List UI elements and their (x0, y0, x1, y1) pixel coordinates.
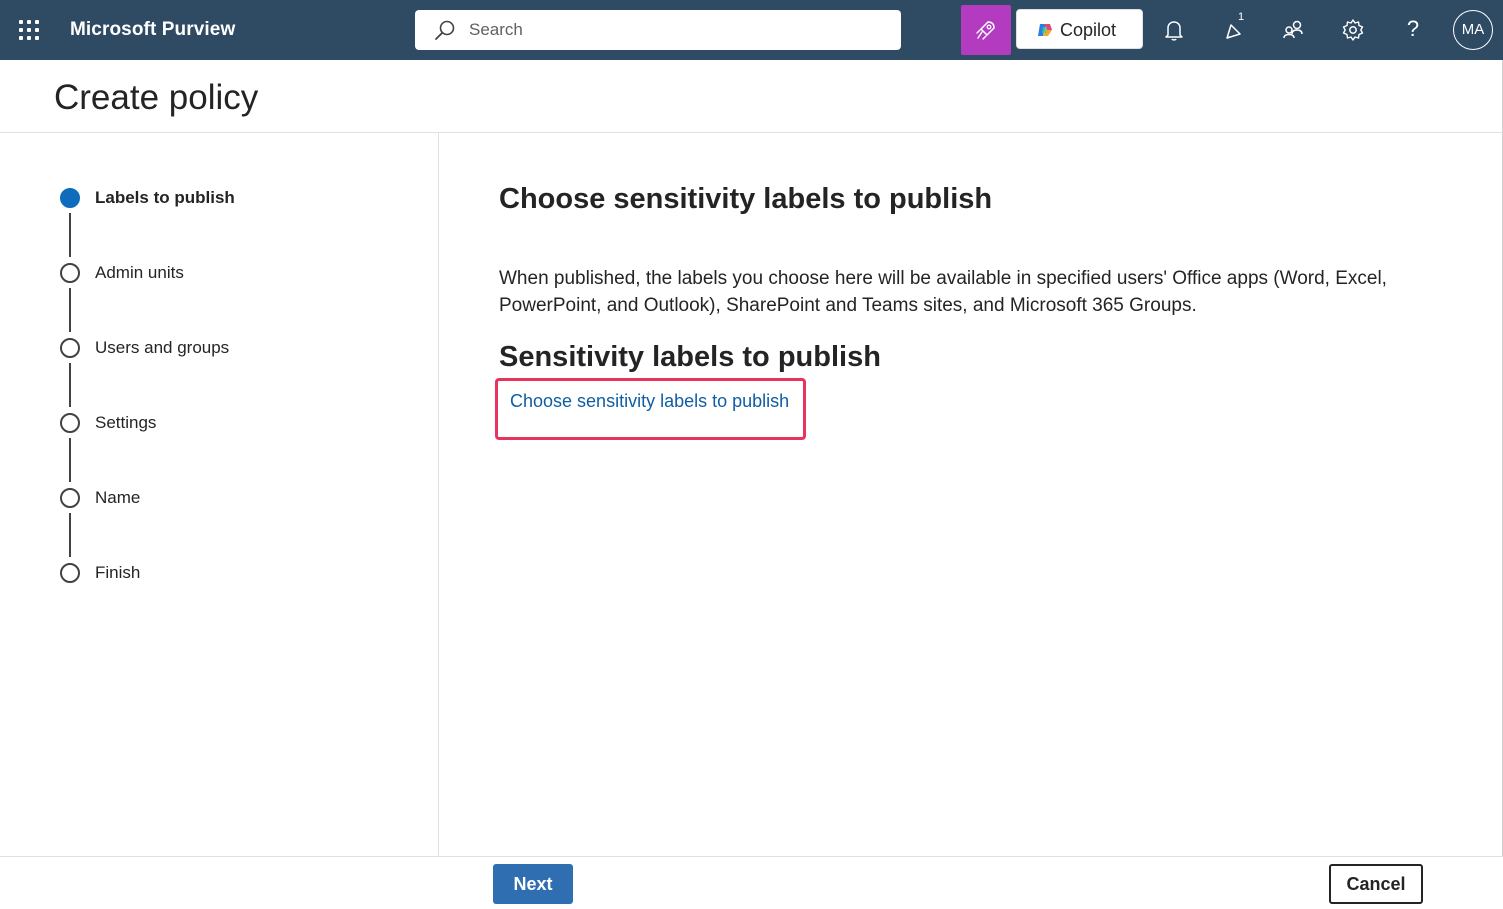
wizard-steps-pane: Labels to publish Admin units Users and … (0, 133, 439, 856)
step-label: Finish (95, 563, 141, 582)
step-connector (69, 288, 71, 332)
step-label: Admin units (95, 263, 184, 282)
step-settings[interactable]: Settings (60, 412, 420, 434)
step-pending-indicator (60, 413, 80, 433)
step-labels-to-publish[interactable]: Labels to publish (60, 187, 420, 209)
copilot-button[interactable]: Copilot (1016, 9, 1143, 49)
step-users-and-groups[interactable]: Users and groups (60, 337, 420, 359)
step-label: Settings (95, 413, 157, 432)
step-current-indicator (60, 188, 80, 208)
step-pending-indicator (60, 263, 80, 283)
app-launcher-icon[interactable] (19, 20, 39, 40)
wizard-footer: Next Cancel (0, 856, 1503, 909)
choose-labels-link[interactable]: Choose sensitivity labels to publish (510, 391, 789, 412)
search-icon (435, 20, 455, 40)
step-admin-units[interactable]: Admin units (60, 262, 420, 284)
page-header: Create policy (0, 60, 1503, 133)
step-pending-indicator (60, 338, 80, 358)
step-label: Labels to publish (95, 188, 235, 207)
copilot-label: Copilot (1060, 20, 1117, 40)
cancel-button[interactable]: Cancel (1329, 864, 1423, 904)
step-description: When published, the labels you choose he… (499, 268, 1387, 316)
community-icon[interactable] (1280, 16, 1308, 44)
rocket-button[interactable] (961, 5, 1011, 55)
top-bar: Microsoft Purview Copilot (0, 0, 1503, 60)
step-connector (69, 513, 71, 557)
wizard-stepper: Labels to publish Admin units Users and … (0, 133, 439, 733)
copilot-logo-icon (1038, 24, 1052, 36)
main-content: Choose sensitivity labels to publish Whe… (439, 133, 1503, 856)
step-label: Name (95, 488, 141, 507)
step-pending-indicator (60, 488, 80, 508)
section-heading: Sensitivity labels to publish (499, 341, 881, 373)
page-title: Create policy (54, 78, 259, 117)
step-pending-indicator (60, 563, 80, 583)
user-avatar[interactable]: MA (1453, 10, 1493, 50)
rocket-icon (976, 21, 995, 40)
help-icon[interactable]: ? (1403, 16, 1423, 44)
step-finish[interactable]: Finish (60, 562, 420, 584)
step-name[interactable]: Name (60, 487, 420, 509)
next-button[interactable]: Next (493, 864, 573, 904)
search-box[interactable] (415, 10, 901, 50)
step-connector (69, 213, 71, 257)
step-connector (69, 438, 71, 482)
notification-badge: 1 (1238, 11, 1245, 23)
app-name[interactable]: Microsoft Purview (70, 19, 235, 41)
search-input[interactable] (469, 18, 869, 42)
step-heading: Choose sensitivity labels to publish (499, 183, 993, 215)
notifications-icon[interactable] (1160, 16, 1188, 44)
step-label: Users and groups (95, 338, 230, 357)
settings-gear-icon[interactable] (1339, 16, 1367, 44)
step-connector (69, 363, 71, 407)
